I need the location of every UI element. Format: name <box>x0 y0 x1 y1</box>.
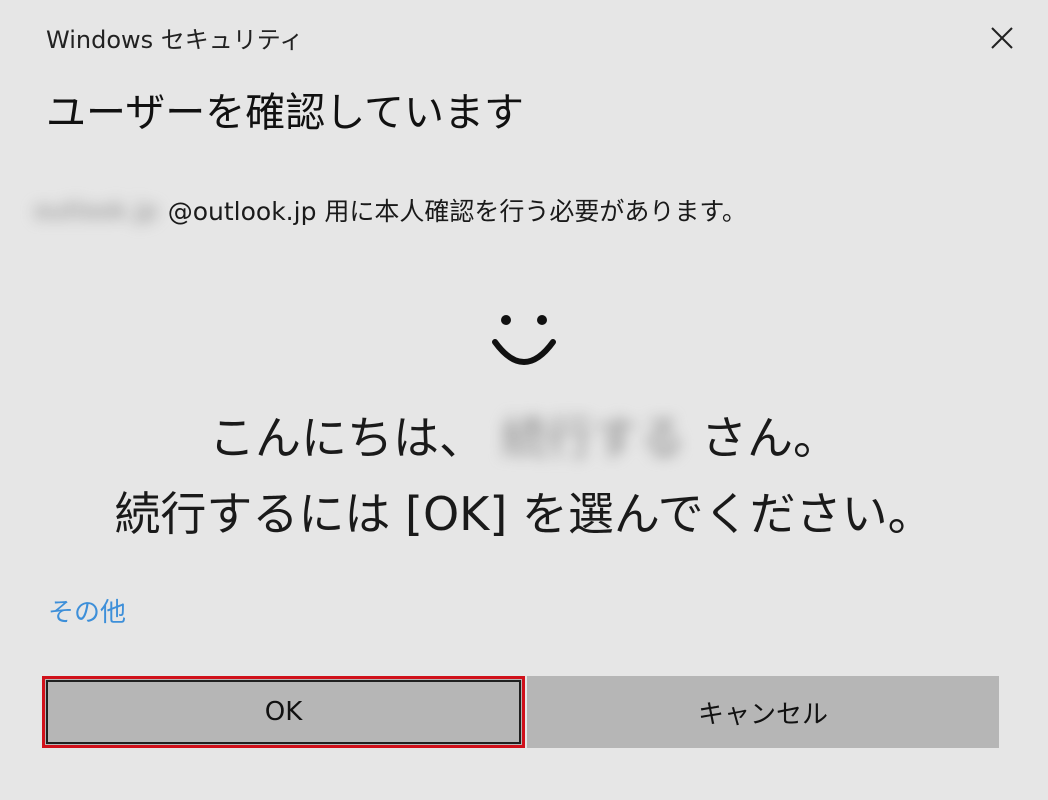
user-name-blurred: 続行する <box>501 411 685 465</box>
cancel-button[interactable]: キャンセル <box>527 676 999 748</box>
more-options-link[interactable]: その他 <box>48 592 126 629</box>
window-title: Windows セキュリティ <box>46 26 304 54</box>
close-icon <box>991 27 1013 49</box>
dialog-heading: ユーザーを確認しています <box>46 90 524 136</box>
smiley-face-icon <box>492 315 556 365</box>
greeting-line-2: 続行するには [OK] を選んでください。 <box>114 487 934 541</box>
ok-button[interactable]: OK <box>42 676 525 748</box>
greeting-suffix: さん。 <box>701 411 839 465</box>
account-message: outlook.jp @outlook.jp 用に本人確認を行う必要があります。 <box>34 192 747 228</box>
close-button[interactable] <box>982 18 1022 58</box>
account-name-blurred: outlook.jp <box>34 195 158 225</box>
greeting-prefix: こんにちは、 <box>209 411 485 465</box>
greeting-line-1: こんにちは、 続行する さん。 <box>0 400 1048 476</box>
greeting-message: こんにちは、 続行する さん。 続行するには [OK] を選んでください。 <box>0 400 1048 552</box>
account-message-text: @outlook.jp 用に本人確認を行う必要があります。 <box>167 197 747 226</box>
